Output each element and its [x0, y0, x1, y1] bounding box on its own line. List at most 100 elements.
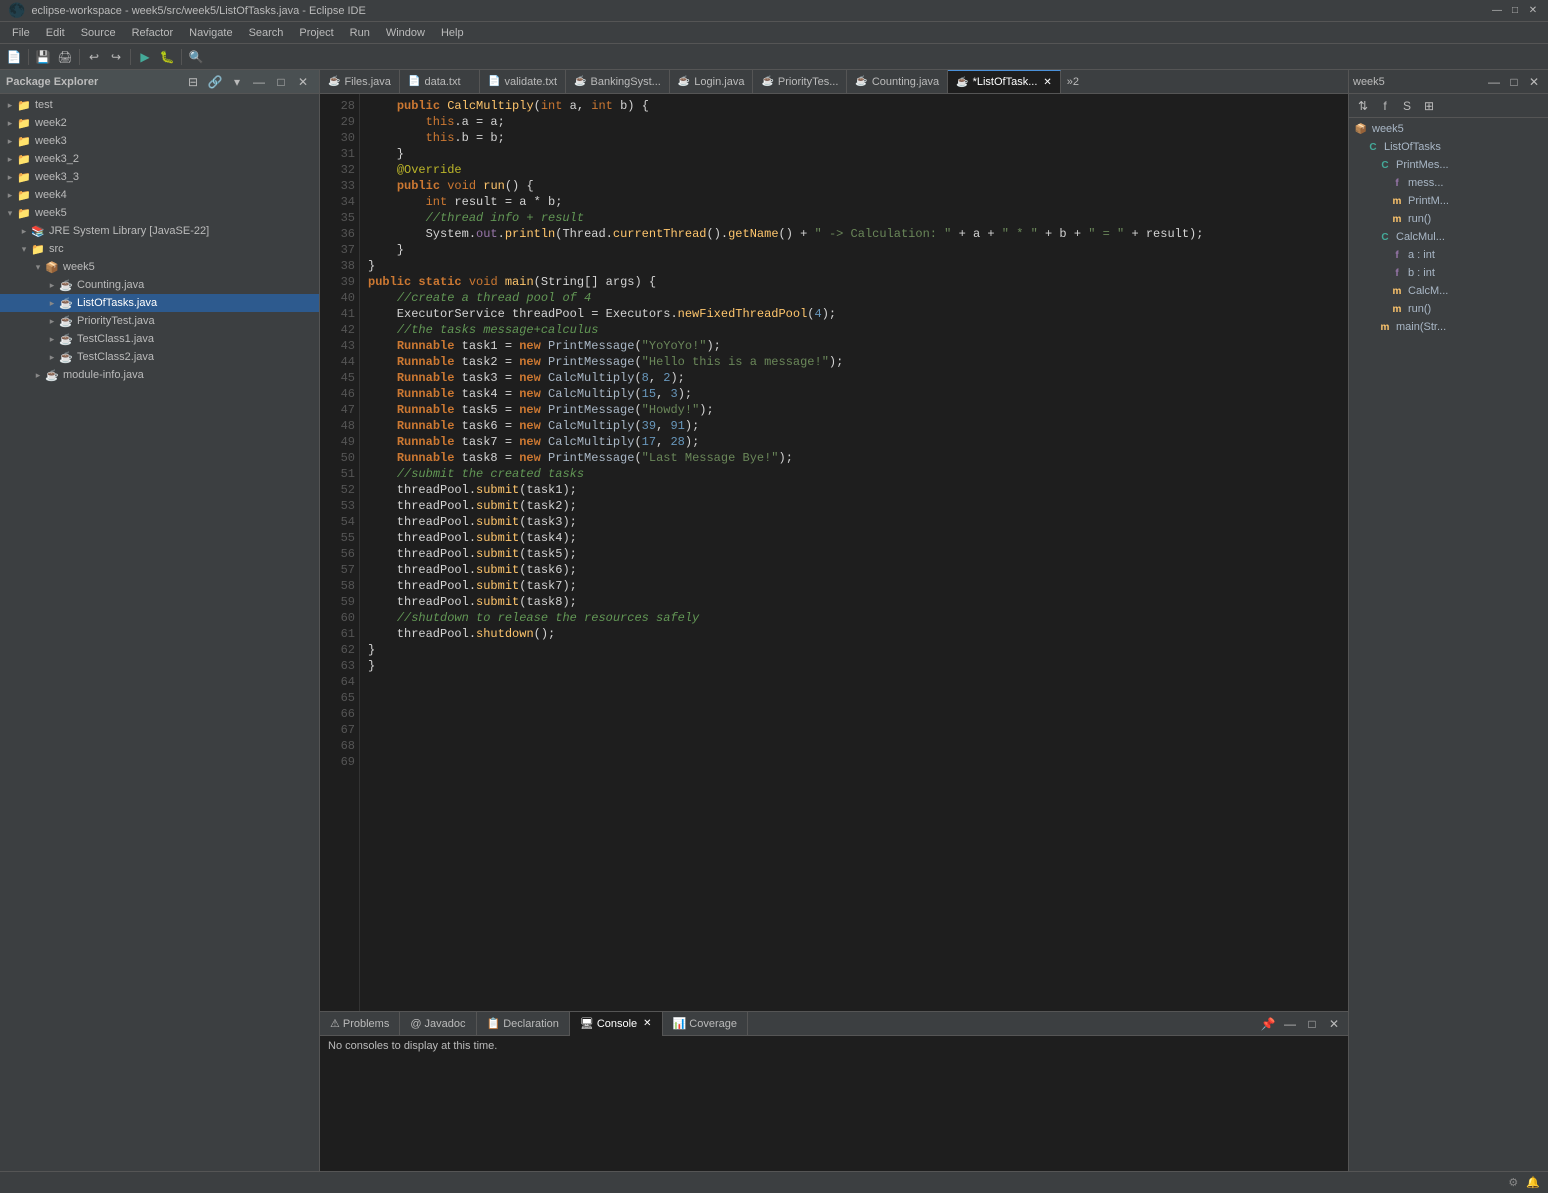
toolbar-undo[interactable]: ↩: [84, 47, 104, 67]
editor-tab-counting-java[interactable]: ☕Counting.java: [847, 70, 948, 94]
bottom-tab-console[interactable]: 🖥Console✕: [570, 1012, 663, 1036]
tree-arrow: ▸: [4, 118, 16, 129]
bottom-maximize[interactable]: □: [1302, 1014, 1322, 1034]
pe-close[interactable]: ✕: [293, 72, 313, 92]
menu-item-project[interactable]: Project: [291, 25, 341, 41]
rp-minimize[interactable]: —: [1484, 72, 1504, 92]
tree-item-test[interactable]: ▸📁test: [0, 96, 319, 114]
toolbar-search[interactable]: 🔍: [186, 47, 206, 67]
tree-item-testclass2-java[interactable]: ▸☕TestClass2.java: [0, 348, 319, 366]
editor-tab-data-txt[interactable]: 📄data.txt: [400, 70, 480, 94]
menu-item-source[interactable]: Source: [73, 25, 124, 41]
tab-overflow[interactable]: »2: [1061, 76, 1085, 88]
code-editor[interactable]: 28 29 30 31 32 33 34 35 36 37 38 39 40 4…: [320, 94, 1348, 1011]
menu-item-run[interactable]: Run: [342, 25, 378, 41]
outline-icon: m: [1389, 211, 1405, 227]
tree-item-counting-java[interactable]: ▸☕Counting.java: [0, 276, 319, 294]
maximize-button[interactable]: □: [1508, 4, 1522, 18]
bottom-tab-problems[interactable]: ⚠Problems: [320, 1012, 400, 1036]
console-icon: 🖥: [580, 1017, 594, 1030]
menu-item-search[interactable]: Search: [241, 25, 292, 41]
editor-tab--listoftask---[interactable]: ☕*ListOfTask...✕: [948, 70, 1061, 94]
tree-item-week3[interactable]: ▸📁week3: [0, 132, 319, 150]
editor-tab-login-java[interactable]: ☕Login.java: [670, 70, 754, 94]
toolbar-save[interactable]: 💾: [33, 47, 53, 67]
outline-item-mess---[interactable]: fmess...: [1349, 174, 1548, 192]
toolbar-debug[interactable]: 🐛: [157, 47, 177, 67]
bottom-tab-coverage[interactable]: 📊Coverage: [663, 1012, 748, 1036]
rp-hide-fields[interactable]: f: [1375, 96, 1395, 116]
code-content[interactable]: public CalcMultiply(int a, int b) { this…: [360, 94, 1348, 1011]
outline-item-listoftasks[interactable]: CListOfTasks: [1349, 138, 1548, 156]
minimize-button[interactable]: —: [1490, 4, 1504, 18]
bottom-minimize[interactable]: —: [1280, 1014, 1300, 1034]
outline-item-run--[interactable]: mrun(): [1349, 300, 1548, 318]
code-line-34: public void run() {: [368, 178, 1340, 194]
editor-tab-bankingsyst---[interactable]: ☕ BankingSyst...: [566, 70, 670, 94]
tree-icon: ☕: [58, 349, 74, 365]
toolbar-new[interactable]: 📄: [4, 47, 24, 67]
tab-label: *ListOfTask...: [973, 76, 1038, 88]
menu-item-edit[interactable]: Edit: [38, 25, 73, 41]
editor-tab-files-java[interactable]: ☕Files.java: [320, 70, 400, 94]
tree-item-week5[interactable]: ▾📁week5: [0, 204, 319, 222]
toolbar-redo[interactable]: ↪: [106, 47, 126, 67]
tree-item-week4[interactable]: ▸📁week4: [0, 186, 319, 204]
bottom-pin[interactable]: 📌: [1258, 1014, 1278, 1034]
outline-item-run--[interactable]: mrun(): [1349, 210, 1548, 228]
code-line-45: //the tasks message+calculus: [368, 322, 1340, 338]
rp-close[interactable]: ✕: [1524, 72, 1544, 92]
rp-expand[interactable]: ⊞: [1419, 96, 1439, 116]
outline-item-a---int[interactable]: fa : int: [1349, 246, 1548, 264]
outline-item-calcmul---[interactable]: CCalcMul...: [1349, 228, 1548, 246]
menu-item-help[interactable]: Help: [433, 25, 472, 41]
close-button[interactable]: ✕: [1526, 4, 1540, 18]
pe-maximize[interactable]: □: [271, 72, 291, 92]
menu-item-file[interactable]: File: [4, 25, 38, 41]
outline-item-b---int[interactable]: fb : int: [1349, 264, 1548, 282]
tree-item-week2[interactable]: ▸📁week2: [0, 114, 319, 132]
tab-icon: ☕: [574, 76, 586, 87]
tree-item-testclass1-java[interactable]: ▸☕TestClass1.java: [0, 330, 319, 348]
editor-tab-prioritytes---[interactable]: ☕PriorityTes...: [753, 70, 847, 94]
tree-item-module-info-java[interactable]: ▸☕module-info.java: [0, 366, 319, 384]
tree-item-prioritytest-java[interactable]: ▸☕PriorityTest.java: [0, 312, 319, 330]
outline-item-main-str---[interactable]: mmain(Str...: [1349, 318, 1548, 336]
tree-item-jre-system-library--javase-22-[interactable]: ▸📚JRE System Library [JavaSE-22]: [0, 222, 319, 240]
tree-item-src[interactable]: ▾📁src: [0, 240, 319, 258]
outline-item-week5[interactable]: 📦week5: [1349, 120, 1548, 138]
rp-maximize[interactable]: □: [1504, 72, 1524, 92]
tree-item-listoftasks-java[interactable]: ▸☕ListOfTasks.java: [0, 294, 319, 312]
tree-item-week5[interactable]: ▾📦week5: [0, 258, 319, 276]
outline-item-printmes---[interactable]: CPrintMes...: [1349, 156, 1548, 174]
pe-minimize[interactable]: —: [249, 72, 269, 92]
outline-icon: f: [1389, 265, 1405, 281]
tab-label: BankingSyst...: [591, 76, 661, 88]
bottom-tab-javadoc[interactable]: @Javadoc: [400, 1012, 476, 1036]
tree-item-week3-3[interactable]: ▸📁week3_3: [0, 168, 319, 186]
menu-item-window[interactable]: Window: [378, 25, 433, 41]
code-line-39: }: [368, 258, 1340, 274]
outline-item-printm---[interactable]: mPrintM...: [1349, 192, 1548, 210]
editor-tab-validate-txt[interactable]: 📄validate.txt: [480, 70, 566, 94]
tab-close-button[interactable]: ✕: [1043, 77, 1051, 88]
toolbar-print[interactable]: 🖨: [55, 47, 75, 67]
tree-arrow: ▸: [4, 136, 16, 147]
package-explorer: Package Explorer ⊟ 🔗 ▾ — □ ✕ ▸📁test▸📁wee…: [0, 70, 320, 1171]
pe-link[interactable]: 🔗: [205, 72, 225, 92]
console-close[interactable]: ✕: [643, 1018, 651, 1029]
rp-hide-static[interactable]: S: [1397, 96, 1417, 116]
pe-collapse-all[interactable]: ⊟: [183, 72, 203, 92]
tree-item-week3-2[interactable]: ▸📁week3_2: [0, 150, 319, 168]
bottom-close[interactable]: ✕: [1324, 1014, 1344, 1034]
menu-item-navigate[interactable]: Navigate: [181, 25, 240, 41]
code-line-65: //shutdown to release the resources safe…: [368, 610, 1340, 626]
rp-sort[interactable]: ⇅: [1353, 96, 1373, 116]
menu-item-refactor[interactable]: Refactor: [124, 25, 182, 41]
pe-menu[interactable]: ▾: [227, 72, 247, 92]
toolbar-sep-1: [28, 49, 29, 65]
outline-item-calcm---[interactable]: mCalcM...: [1349, 282, 1548, 300]
problems-icon: ⚠: [330, 1017, 340, 1030]
toolbar-run[interactable]: ▶: [135, 47, 155, 67]
bottom-tab-declaration[interactable]: 📋Declaration: [477, 1012, 570, 1036]
